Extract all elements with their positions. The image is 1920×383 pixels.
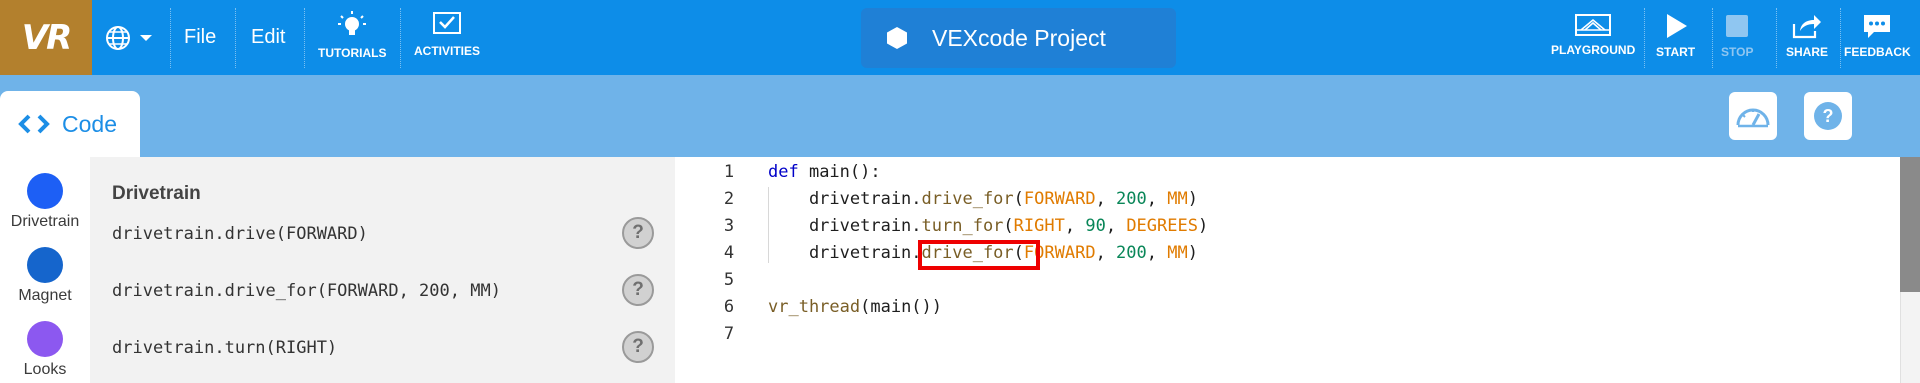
divider [400,8,401,68]
line-number: 3 [723,216,735,236]
code-icon [18,114,50,134]
share-button[interactable]: SHARE [1786,12,1828,59]
line-number: 5 [723,270,735,290]
block-palette: Drivetrain drivetrain.drive(FORWARD) ? d… [90,157,675,383]
monitor-button[interactable] [1729,92,1777,140]
code-line[interactable]: drivetrain.drive_for(FORWARD, 200, MM) [768,189,1198,209]
question-icon: ? [1814,102,1842,130]
category-list: Drivetrain Magnet Looks [0,157,90,383]
activities-icon [433,12,461,34]
top-bar: VR File Edit TUTORIALS ACTIVITIES VEXcod… [0,0,1920,75]
divider [170,8,171,68]
code-line[interactable]: drivetrain.turn_for(RIGHT, 90, DEGREES) [768,216,1208,236]
edit-menu[interactable]: Edit [251,0,285,75]
tutorials-button[interactable]: TUTORIALS [318,10,386,60]
dashboard-icon [1736,108,1770,128]
category-drivetrain[interactable]: Drivetrain [0,173,90,231]
play-icon [1666,14,1687,38]
start-button[interactable]: START [1656,12,1695,59]
line-number: 7 [723,324,735,344]
vr-logo[interactable]: VR [0,0,92,75]
category-dot [27,321,63,357]
line-number: 2 [723,189,735,209]
globe-icon [106,26,130,50]
svg-text:?: ? [1823,106,1834,126]
line-number: 1 [723,162,735,182]
divider [235,8,236,68]
share-icon [1792,15,1821,39]
chevron-down-icon [140,35,152,41]
divider [1840,8,1841,68]
project-title: VEXcode Project [932,24,1106,51]
playground-button[interactable]: PLAYGROUND [1551,12,1635,57]
line-number: 6 [723,297,735,317]
project-title-box[interactable]: VEXcode Project [861,8,1176,68]
code-line[interactable]: def main(): [768,162,881,182]
divider [1712,8,1713,68]
playground-icon [1575,14,1612,36]
help-button[interactable]: ? [1804,92,1852,140]
palette-title: Drivetrain [112,183,201,204]
divider [1644,8,1645,68]
editor-toolbar: Code ? [0,75,1920,157]
lightbulb-icon [338,11,367,35]
stop-button[interactable]: STOP [1721,12,1753,59]
chat-icon [1864,15,1891,38]
code-line[interactable]: vr_thread(main()) [768,297,942,317]
code-editor[interactable]: 1 2 3 4 5 6 7 def main(): drivetrain.dri… [675,157,1900,383]
block-drive-for[interactable]: drivetrain.drive_for(FORWARD, 200, MM) [112,281,501,301]
category-looks[interactable]: Looks [0,321,90,379]
feedback-button[interactable]: FEEDBACK [1844,12,1911,59]
line-number: 4 [723,243,735,263]
block-turn[interactable]: drivetrain.turn(RIGHT) [112,338,337,358]
divider [304,8,305,68]
tab-code[interactable]: Code [0,91,140,157]
block-help-icon[interactable]: ? [622,274,654,306]
category-magnet[interactable]: Magnet [0,247,90,305]
block-help-icon[interactable]: ? [622,217,654,249]
category-dot [27,247,63,283]
divider [1776,8,1777,68]
highlight-box [918,240,1040,270]
category-dot [27,173,63,209]
activities-button[interactable]: ACTIVITIES [414,10,480,58]
stop-icon [1726,15,1749,37]
block-drive[interactable]: drivetrain.drive(FORWARD) [112,224,368,244]
hexagon-icon [887,27,907,49]
language-button[interactable] [104,22,154,54]
scrollbar-thumb[interactable] [1900,157,1920,292]
block-help-icon[interactable]: ? [622,331,654,363]
file-menu[interactable]: File [184,0,216,75]
